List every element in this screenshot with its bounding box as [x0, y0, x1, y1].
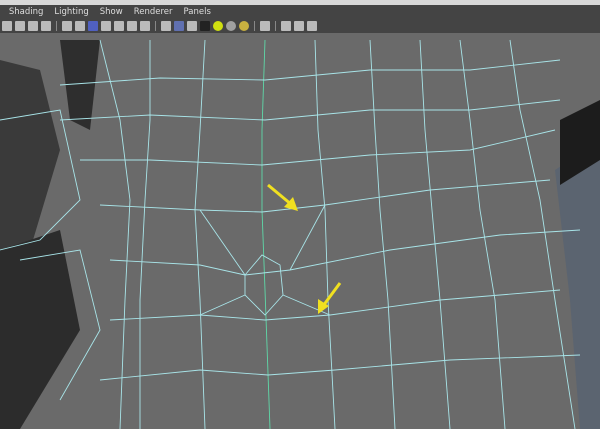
menu-shading[interactable]: Shading — [9, 7, 44, 17]
wireframe-grid-icon[interactable] — [75, 21, 85, 31]
two-sided-icon[interactable] — [294, 21, 304, 31]
toolbar-separator — [56, 21, 57, 31]
share-icon[interactable] — [307, 21, 317, 31]
text-icon[interactable] — [140, 21, 150, 31]
xray-icon[interactable] — [114, 21, 124, 31]
checker-icon[interactable] — [200, 21, 210, 31]
menu-view-partial[interactable]: : — [0, 7, 1, 17]
panel-toolbar — [0, 19, 600, 33]
toolbar-separator — [254, 21, 255, 31]
menu-lighting[interactable]: Lighting — [54, 7, 88, 17]
texture-icon[interactable] — [127, 21, 137, 31]
menu-renderer[interactable]: Renderer — [134, 7, 173, 17]
smooth-shade-icon[interactable] — [88, 21, 98, 31]
selected-light-icon[interactable] — [239, 21, 249, 31]
camera-attributes-icon[interactable] — [2, 21, 12, 31]
menu-show[interactable]: Show — [100, 7, 123, 17]
toolbar-separator — [155, 21, 156, 31]
all-lights-icon[interactable] — [226, 21, 236, 31]
menu-panels[interactable]: Panels — [184, 7, 211, 17]
flat-shade-icon[interactable] — [101, 21, 111, 31]
panel-menu-bar: : Shading Lighting Show Renderer Panels — [0, 5, 600, 19]
image-plane-icon[interactable] — [28, 21, 38, 31]
select-icon[interactable] — [260, 21, 270, 31]
isolate-icon[interactable] — [62, 21, 72, 31]
wireframe-cube-icon[interactable] — [161, 21, 171, 31]
viewport[interactable] — [0, 33, 600, 429]
default-light-icon[interactable] — [213, 21, 223, 31]
backface-icon[interactable] — [281, 21, 291, 31]
shaded-cube-icon[interactable] — [174, 21, 184, 31]
wireframe-on-shaded-icon[interactable] — [187, 21, 197, 31]
bookmark-icon[interactable] — [15, 21, 25, 31]
toolbar-separator — [275, 21, 276, 31]
grid-icon[interactable] — [41, 21, 51, 31]
